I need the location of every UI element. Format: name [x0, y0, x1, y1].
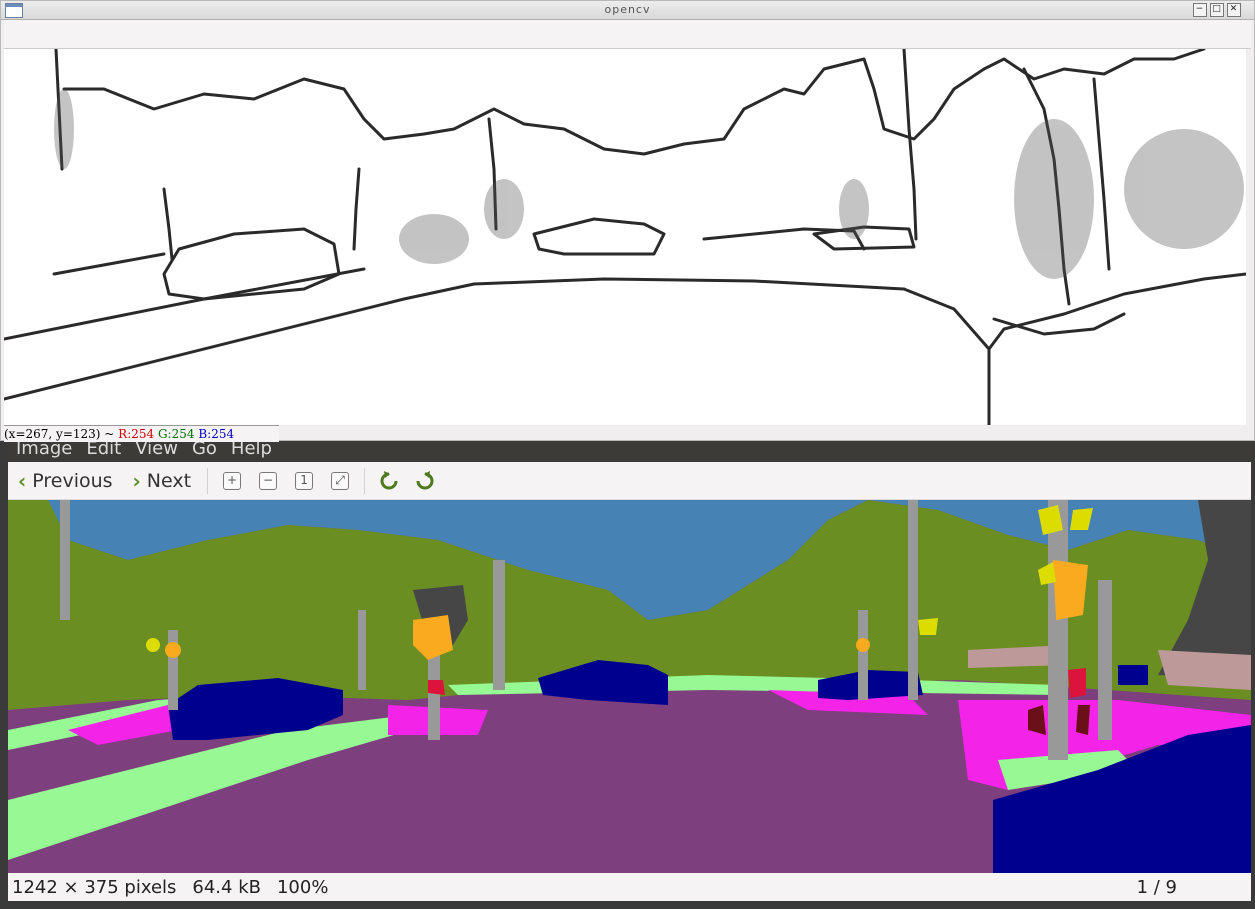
segmentation-image [8, 500, 1251, 873]
taskbar-strip [0, 901, 1255, 909]
minimize-icon[interactable]: − [1193, 3, 1207, 17]
window-title: opencv [604, 3, 651, 16]
next-button[interactable]: › Next [123, 469, 202, 493]
previous-button[interactable]: ‹ Previous [8, 469, 123, 493]
image-dimensions: 1242 × 375 pixels [12, 876, 177, 898]
opencv-toolbar [4, 20, 1251, 49]
previous-label: Previous [32, 469, 113, 492]
rotate-left-icon[interactable] [378, 470, 400, 492]
rotate-right-icon[interactable] [414, 470, 436, 492]
close-icon[interactable]: ✕ [1227, 3, 1241, 17]
app-icon[interactable] [5, 3, 23, 18]
zoom-in-icon[interactable]: + [223, 471, 242, 490]
segmentation-map [8, 500, 1251, 873]
edge-map [4, 49, 1246, 425]
chevron-left-icon: ‹ [18, 468, 27, 493]
next-label: Next [146, 469, 192, 492]
viewer-statusbar: 1242 × 375 pixels 64.4 kB 100% 1 / 9 [8, 873, 1251, 901]
pixel-info-statusbar: (x=267, y=123) ~ R:254 G:254 B:254 [4, 425, 279, 442]
zoom-level: 100% [276, 876, 329, 898]
zoom-normal-icon[interactable]: 1 [295, 471, 314, 490]
toolbar-separator [207, 467, 209, 494]
image-position: 1 / 9 [1136, 876, 1177, 898]
pixel-coords: (x=267, y=123) ~ [4, 427, 115, 441]
image-viewer-window: Image Edit View Go Help ‹ Previous › Nex… [0, 428, 1255, 909]
window-titlebar[interactable]: opencv − □ ✕ [1, 1, 1254, 20]
pixel-g: G:254 [157, 427, 195, 441]
file-size: 64.4 kB [192, 876, 261, 898]
toolbar-separator [364, 467, 366, 494]
maximize-icon[interactable]: □ [1210, 3, 1224, 17]
chevron-right-icon: › [132, 468, 141, 493]
zoom-fit-icon[interactable]: ⤢ [331, 471, 350, 490]
opencv-window: opencv − □ ✕ (x=267, y=123) ~ R:254 G:25… [0, 0, 1255, 442]
pixel-b: B:254 [198, 427, 235, 441]
viewer-toolbar: ‹ Previous › Next + − 1 ⤢ [8, 462, 1251, 500]
zoom-out-icon[interactable]: − [259, 471, 278, 490]
pixel-r: R:254 [118, 427, 155, 441]
edge-image [4, 49, 1246, 425]
